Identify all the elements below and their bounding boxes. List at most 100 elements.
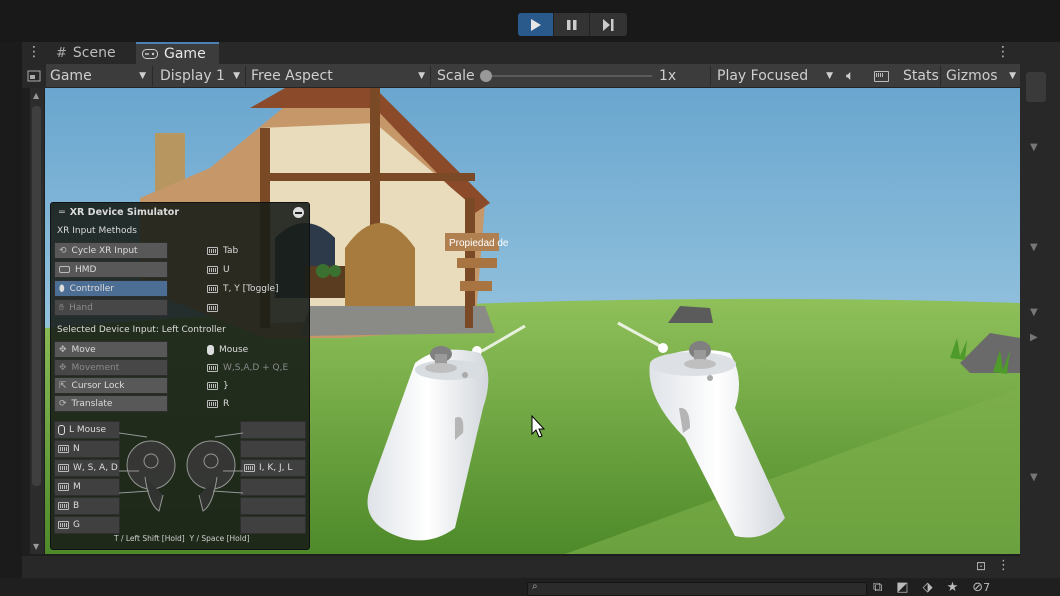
tab-game[interactable]: Game [136,42,219,64]
grid-icon: # [56,45,67,61]
display-mode-value: Game [50,68,92,84]
right-side-panel: ▼ ▼ ▼ ▶ ▼ [1020,42,1060,596]
play-icon [530,18,541,31]
binding-slot: M [54,478,120,496]
binding-label: R [223,398,230,409]
binding-label: I, K, J, L [259,463,293,473]
tab-game-label: Game [164,46,206,62]
scrollbar-thumb[interactable] [32,106,41,486]
drag-handle-icon[interactable]: ═ [59,207,65,218]
maximize-toggle[interactable] [22,64,46,88]
chevron-down-icon[interactable]: ▼ [1030,142,1038,153]
movement-button[interactable]: ✥ Movement [54,359,168,376]
keyboard-shortcuts-button[interactable] [874,64,889,88]
gizmos-dropdown[interactable]: Gizmos ▼ [946,64,1020,88]
binding-slot: L Mouse [54,421,120,439]
cycle-xr-input-button[interactable]: ⟲ Cycle XR Input [54,242,168,259]
collapse-button[interactable] [293,207,304,218]
keyboard-icon [207,381,218,390]
binding-label: } [223,380,229,391]
pause-icon [566,19,576,30]
binding-toggle: T, Y [Toggle] [207,280,279,297]
chevron-down-icon: ▼ [1009,71,1016,81]
panel-footer: T / Left Shift [Hold] Y / Space [Hold] [114,534,250,543]
minus-icon [295,211,302,214]
scale-slider-handle[interactable] [480,70,492,82]
cycle-icon: ⟲ [59,245,67,256]
binding-slot [240,478,306,496]
aspect-dropdown[interactable]: Free Aspect ▼ [251,64,429,88]
display-mode-dropdown[interactable]: Game ▼ [50,64,150,88]
sign-text: Propiedad de [449,238,509,249]
keyboard-icon [207,246,218,255]
tag-icon[interactable]: ⬗ [923,580,933,595]
play-button[interactable] [518,13,554,36]
translate-button[interactable]: ⟳ Translate [54,395,168,412]
keyboard-icon [207,303,218,312]
scale-value: 1x [659,68,677,84]
link-icon[interactable]: ⧉ [873,580,882,595]
button-label: Controller [69,283,114,294]
lower-panel-header: ⊡ ⋮ [22,556,1020,578]
stats-button[interactable]: Stats [903,64,939,88]
binding-slot [240,421,306,439]
tab-scene[interactable]: # Scene [50,42,136,64]
binding-label: G [73,520,80,530]
hidden-count: 7 [983,581,991,594]
binding-r: R [207,395,229,412]
keyboard-icon [244,464,255,472]
keyboard-icon [58,521,69,529]
button-label: Cursor Lock [71,380,125,391]
binding-label: W, S, A, D [73,463,118,473]
button-label: Translate [71,398,113,409]
keyboard-icon [58,502,69,510]
arrow-down-icon[interactable]: ▼ [33,542,39,551]
cursor-lock-button[interactable]: ⇱ Cursor Lock [54,377,168,394]
audio-mute-button[interactable]: 🔈︎ [846,64,854,88]
panel-header: ═ XR Device Simulator [59,207,179,218]
shapes-icon[interactable]: ◩ [896,580,908,595]
chevron-down-icon[interactable]: ▼ [1030,472,1038,483]
inspector-icon[interactable] [1026,72,1046,102]
lock-icon[interactable]: ⊡ [976,559,986,573]
step-button[interactable] [590,13,626,36]
chevron-down-icon[interactable]: ▼ [1030,242,1038,253]
hand-button[interactable]: ✋︎ Hand [54,299,168,316]
hidden-eye-icon[interactable]: ⊘7 [972,580,990,595]
button-label: Movement [71,362,120,373]
pause-button[interactable] [554,13,590,36]
chevron-down-icon[interactable]: ▼ [1030,307,1038,318]
chevron-right-icon[interactable]: ▶ [1030,332,1038,343]
main-toolbar [0,0,1060,42]
star-icon[interactable]: ★ [947,580,959,595]
step-icon [603,18,614,31]
binding-wsad: W,S,A,D + Q,E [207,359,288,376]
binding-label: W,S,A,D + Q,E [223,362,289,373]
hmd-button[interactable]: HMD [54,261,168,278]
controller-button[interactable]: ⬮ Controller [54,280,168,297]
headset-icon [59,266,70,273]
search-input[interactable]: ⌕ [527,581,867,596]
scale-slider[interactable] [484,75,652,77]
move-button[interactable]: ✥ Move [54,341,168,358]
cursor-icon: ⇱ [59,380,67,391]
panel-menu-icon[interactable]: ⋮ [27,44,41,60]
keyboard-icon [874,70,889,82]
arrow-up-icon[interactable]: ▲ [33,91,39,100]
keyboard-icon [207,399,218,408]
binding-tab: Tab [207,242,238,259]
chevron-down-icon: ▼ [418,71,425,81]
keyboard-icon [207,363,218,372]
playmode-controls [518,13,627,36]
play-mode-dropdown[interactable]: Play Focused ▼ [717,64,837,88]
vertical-scrollbar[interactable]: ▲ ▼ [30,88,44,554]
binding-label: B [73,501,80,511]
display-dropdown[interactable]: Display 1 ▼ [160,64,244,88]
mouse-icon [207,344,214,355]
section-selected-device: Selected Device Input: Left Controller [57,325,226,335]
tab-options-icon[interactable]: ⋮ [996,44,1010,60]
options-menu-icon[interactable]: ⋮ [997,558,1010,573]
chevron-down-icon: ▼ [233,71,240,81]
keyboard-icon [207,265,218,274]
button-label: Hand [69,302,93,313]
